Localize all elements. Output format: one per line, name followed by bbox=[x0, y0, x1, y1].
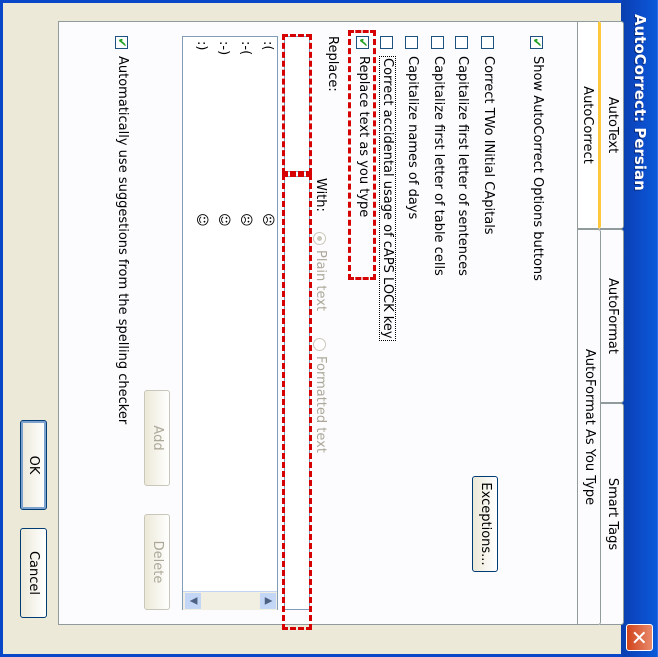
entry-value: ☹ bbox=[238, 213, 253, 227]
add-button[interactable]: Add bbox=[144, 390, 170, 486]
list-item[interactable]: :-) ☺ bbox=[212, 37, 233, 497]
formatted-text-label: Formatted text bbox=[313, 356, 328, 453]
list-item[interactable]: :-( ☹ bbox=[234, 37, 255, 497]
checkbox-show-buttons[interactable]: ✔ bbox=[530, 36, 544, 49]
ok-button[interactable]: OK bbox=[20, 420, 47, 510]
checkbox-caps-lock[interactable] bbox=[380, 36, 393, 49]
plain-text-radio[interactable] bbox=[313, 232, 326, 245]
autocorrect-panel bbox=[58, 21, 578, 625]
with-input-highlight bbox=[282, 174, 312, 630]
with-label: With: bbox=[313, 178, 328, 212]
first-letter-sentences-label: Capitalize first letter of sentences bbox=[455, 56, 470, 276]
formatted-text-radio[interactable] bbox=[313, 338, 326, 351]
checkbox-first-letter-sentences[interactable] bbox=[455, 36, 468, 49]
autocorrect-dialog: AutoCorrect: Persian ✕ AutoText AutoForm… bbox=[0, 0, 658, 657]
tab-autoformat-as-you-type[interactable]: AutoFormat As You Type bbox=[577, 229, 601, 625]
entry-key: :) bbox=[194, 41, 209, 51]
tab-autoformat[interactable]: AutoFormat bbox=[600, 229, 624, 403]
entry-value: ☹ bbox=[260, 213, 275, 227]
caps-lock-label: Correct accidental usage of cAPS LOCK ke… bbox=[379, 56, 396, 341]
checkbox-two-initial-caps[interactable] bbox=[481, 36, 494, 49]
checkbox-first-letter-table[interactable] bbox=[431, 36, 444, 49]
autocorrect-list[interactable]: :( ☹ :-( ☹ :-) ☺ :) ☺ ▲ ▼ bbox=[182, 36, 278, 610]
replace-label: Replace: bbox=[325, 36, 340, 92]
suggestions-label: Automatically use suggestions from the s… bbox=[115, 56, 130, 425]
first-letter-table-label: Capitalize first letter of table cells bbox=[431, 56, 446, 276]
scroll-down-icon[interactable]: ▼ bbox=[185, 593, 201, 609]
replace-input-highlight bbox=[282, 34, 312, 174]
tab-autocorrect[interactable]: AutoCorrect bbox=[577, 21, 601, 229]
entry-key: :( bbox=[260, 41, 275, 51]
tab-autotext[interactable]: AutoText bbox=[600, 21, 624, 229]
title-bar[interactable]: AutoCorrect: Persian ✕ bbox=[621, 0, 658, 657]
checkbox-names-of-days[interactable] bbox=[405, 36, 418, 49]
checkbox-suggestions[interactable]: ✔ bbox=[115, 36, 129, 49]
tab-smart-tags[interactable]: Smart Tags bbox=[600, 403, 624, 625]
window-title: AutoCorrect: Persian bbox=[631, 14, 649, 191]
exceptions-button[interactable]: Exceptions... bbox=[472, 476, 498, 572]
plain-text-label: Plain text bbox=[313, 250, 328, 312]
entry-key: :-) bbox=[216, 41, 231, 56]
close-icon[interactable]: ✕ bbox=[626, 624, 653, 651]
replace-as-type-label: Replace text as you type bbox=[356, 56, 371, 218]
checkbox-replace-as-type[interactable]: ✔ bbox=[356, 36, 370, 49]
list-item[interactable]: :( ☹ bbox=[256, 37, 277, 497]
entry-value: ☺ bbox=[216, 213, 231, 227]
entry-value: ☺ bbox=[194, 213, 209, 227]
names-of-days-label: Capitalize names of days bbox=[405, 56, 420, 220]
entry-key: :-( bbox=[238, 41, 253, 56]
show-buttons-label: Show AutoCorrect Options buttons bbox=[530, 56, 545, 281]
delete-button[interactable]: Delete bbox=[144, 514, 170, 610]
two-initial-caps-label: Correct TWo INitial CApitals bbox=[481, 56, 496, 235]
cancel-button[interactable]: Cancel bbox=[20, 528, 47, 618]
vertical-scrollbar[interactable]: ▲ ▼ bbox=[183, 591, 277, 610]
list-item[interactable]: :) ☺ bbox=[190, 37, 211, 497]
scroll-up-icon[interactable]: ▲ bbox=[260, 593, 276, 609]
